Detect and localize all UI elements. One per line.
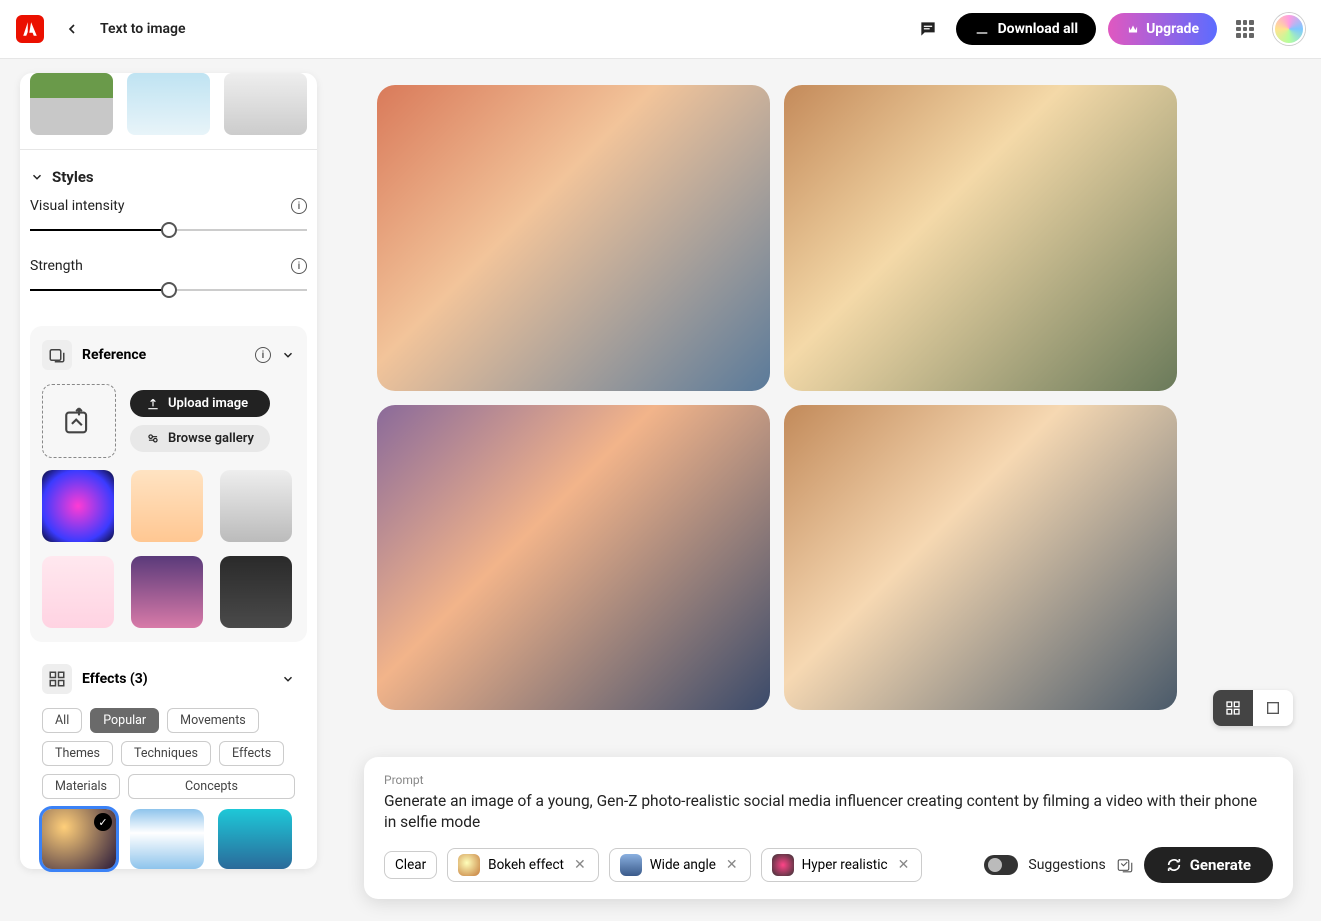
browse-gallery-button[interactable]: Browse gallery: [130, 425, 270, 452]
tag-swatch: [772, 854, 794, 876]
clear-button[interactable]: Clear: [384, 851, 437, 879]
reference-title: Reference: [82, 347, 245, 363]
chip-movements[interactable]: Movements: [167, 708, 259, 733]
view-toggle: [1213, 690, 1293, 726]
effect-thumb[interactable]: ✓: [42, 809, 116, 869]
chip-themes[interactable]: Themes: [42, 741, 113, 766]
prompt-bar: Prompt Generate an image of a young, Gen…: [364, 757, 1293, 899]
single-view-button[interactable]: [1253, 690, 1293, 726]
reference-thumb[interactable]: [131, 470, 203, 542]
chevron-down-icon[interactable]: [281, 672, 295, 686]
apps-icon[interactable]: [1229, 13, 1261, 45]
results-grid: [377, 85, 1177, 710]
settings-panel: Styles Visual intensity i Strength i: [20, 73, 317, 869]
style-tag-hyper[interactable]: Hyper realistic ✕: [761, 848, 923, 882]
info-icon[interactable]: i: [291, 198, 307, 214]
result-image[interactable]: [784, 405, 1177, 711]
upgrade-label: Upgrade: [1146, 21, 1199, 37]
reference-thumb[interactable]: [42, 556, 114, 628]
result-image[interactable]: [377, 405, 770, 711]
tag-label: Hyper realistic: [802, 857, 888, 873]
header-left: Text to image: [16, 15, 186, 43]
generate-label: Generate: [1190, 856, 1251, 874]
remove-tag-icon[interactable]: ✕: [896, 857, 912, 873]
preset-thumb[interactable]: [30, 73, 113, 135]
refresh-icon: [1166, 857, 1182, 873]
styles-title: Styles: [52, 168, 94, 186]
browse-label: Browse gallery: [168, 431, 254, 446]
page-title: Text to image: [100, 21, 186, 37]
strength-label: Strength: [30, 258, 83, 274]
check-icon: ✓: [94, 813, 112, 831]
reference-grid: [42, 470, 295, 628]
effects-subpanel: Effects (3) All Popular Movements Themes…: [30, 650, 307, 869]
chip-effects[interactable]: Effects: [219, 741, 284, 766]
reference-thumb[interactable]: [131, 556, 203, 628]
visual-intensity-slider[interactable]: [30, 220, 307, 240]
user-avatar[interactable]: [1273, 13, 1305, 45]
gallery-icon: [146, 432, 160, 446]
style-tag-wide[interactable]: Wide angle ✕: [609, 848, 751, 882]
result-image[interactable]: [784, 85, 1177, 391]
chip-concepts[interactable]: Concepts: [128, 774, 295, 799]
generate-button[interactable]: Generate: [1144, 847, 1273, 883]
effects-chips: All Popular Movements Themes Techniques …: [42, 708, 295, 799]
styles-header[interactable]: Styles: [20, 168, 317, 186]
chevron-down-icon[interactable]: [281, 348, 295, 362]
tag-label: Wide angle: [650, 857, 716, 873]
back-button[interactable]: [60, 17, 84, 41]
visual-intensity-row: Visual intensity i: [20, 198, 317, 214]
suggestions-label: Suggestions: [1028, 857, 1105, 873]
preset-thumbnails: [20, 73, 317, 149]
effect-thumb[interactable]: [130, 809, 204, 869]
chip-materials[interactable]: Materials: [42, 774, 120, 799]
suggestions-toggle[interactable]: [984, 855, 1018, 875]
tag-swatch: [458, 854, 480, 876]
download-all-button[interactable]: Download all: [956, 13, 1097, 45]
reference-thumb[interactable]: [42, 470, 114, 542]
grid-view-button[interactable]: [1213, 690, 1253, 726]
tag-label: Bokeh effect: [488, 857, 564, 873]
clear-label: Clear: [395, 857, 426, 873]
reference-thumb[interactable]: [220, 470, 292, 542]
reference-subpanel: Reference i Upload image: [30, 326, 307, 642]
effect-thumb[interactable]: [218, 809, 292, 869]
comments-icon[interactable]: [912, 13, 944, 45]
upgrade-button[interactable]: Upgrade: [1108, 13, 1217, 45]
app-header: Text to image Download all Upgrade: [0, 0, 1321, 59]
style-tag-bokeh[interactable]: Bokeh effect ✕: [447, 848, 599, 882]
prompt-controls: Clear Bokeh effect ✕ Wide angle ✕ Hyper …: [384, 847, 1273, 883]
reference-icon: [42, 340, 72, 370]
prompt-label: Prompt: [384, 773, 1273, 787]
reference-dropzone[interactable]: [42, 384, 116, 458]
settings-sidebar: Styles Visual intensity i Strength i: [0, 59, 337, 921]
header-right: Download all Upgrade: [912, 13, 1305, 45]
info-icon[interactable]: i: [255, 347, 271, 363]
strength-slider[interactable]: [30, 280, 307, 300]
upload-icon: [146, 397, 160, 411]
preset-thumb[interactable]: [127, 73, 210, 135]
visual-intensity-label: Visual intensity: [30, 198, 124, 214]
chip-techniques[interactable]: Techniques: [121, 741, 211, 766]
upload-label: Upload image: [168, 396, 248, 411]
chip-popular[interactable]: Popular: [90, 708, 159, 733]
chip-all[interactable]: All: [42, 708, 82, 733]
tag-swatch: [620, 854, 642, 876]
remove-tag-icon[interactable]: ✕: [572, 857, 588, 873]
app-logo[interactable]: [16, 15, 44, 43]
download-all-label: Download all: [998, 21, 1079, 37]
effects-title: Effects (3): [82, 671, 271, 687]
upload-image-button[interactable]: Upload image: [130, 390, 270, 417]
result-image[interactable]: [377, 85, 770, 391]
prompt-text[interactable]: Generate an image of a young, Gen-Z phot…: [384, 791, 1273, 833]
effects-thumbnails: ✓: [42, 809, 295, 869]
reference-thumb[interactable]: [220, 556, 292, 628]
effects-icon: [42, 664, 72, 694]
chevron-down-icon: [30, 170, 44, 184]
info-icon[interactable]: i: [291, 258, 307, 274]
preset-thumb[interactable]: [224, 73, 307, 135]
strength-row: Strength i: [20, 258, 317, 274]
remove-tag-icon[interactable]: ✕: [724, 857, 740, 873]
suggestions-icon[interactable]: [1116, 856, 1134, 874]
